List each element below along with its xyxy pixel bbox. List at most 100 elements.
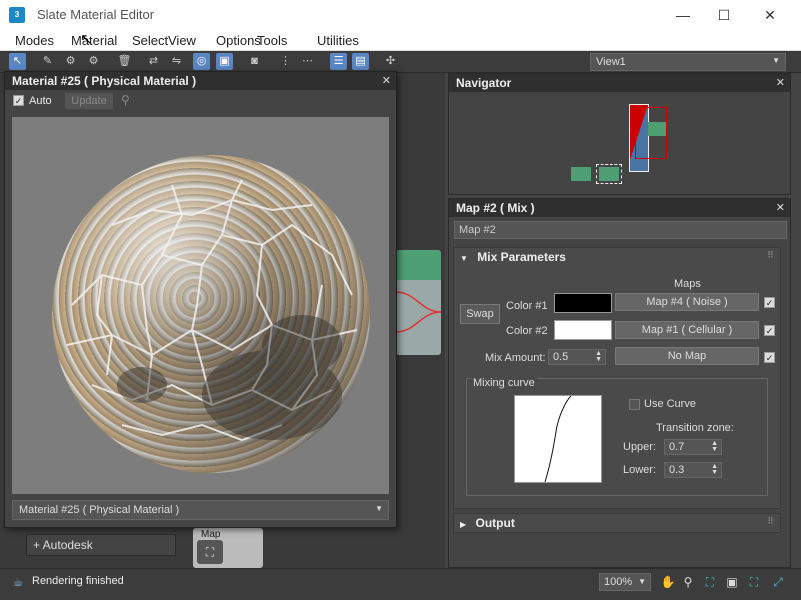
pin-icon[interactable]: ⚲ <box>121 93 130 107</box>
map-node[interactable]: Map ⛶ <box>193 528 263 568</box>
navigator-title: Navigator <box>456 76 512 90</box>
menu-utilities[interactable]: Utilities <box>317 33 359 48</box>
color1-map-button[interactable]: Map #4 ( Noise ) <box>615 293 759 311</box>
show-end-result-icon[interactable]: ◙ <box>246 53 263 70</box>
spinner-arrows-icon[interactable]: ▲ ▼ <box>595 350 602 363</box>
parameter-editor-icon[interactable]: ▤ <box>352 53 369 70</box>
app-icon: 3 <box>9 7 25 23</box>
mix-panel-title: Map #2 ( Mix ) <box>456 201 535 215</box>
material-id-icon[interactable]: ☰ <box>330 53 347 70</box>
menu-select[interactable]: Select <box>132 33 168 48</box>
preview-options: ✓ Auto Update ⚲ <box>5 90 396 112</box>
auto-checkbox[interactable]: ✓ <box>13 95 24 106</box>
select-by-material-icon[interactable]: ✣ <box>382 53 399 70</box>
mix-parameter-panel: Map #2 ( Mix ) ✕ Map #2 ▼ Mix Parameters… <box>448 198 791 568</box>
menu-tools[interactable]: Tools <box>257 33 287 48</box>
maximize-button[interactable]: ☐ <box>701 0 747 30</box>
menu-material[interactable]: Material <box>71 33 117 48</box>
menu-modes[interactable]: Modes <box>15 33 54 48</box>
navigator-header: Navigator ✕ <box>449 74 790 92</box>
binoculars-icon[interactable]: ⛶ <box>197 540 223 564</box>
upper-spinner[interactable]: 0.7 ▲ ▼ <box>664 439 722 455</box>
output-header[interactable]: ▶ Output ⠿ <box>454 514 780 532</box>
auto-label: Auto <box>29 95 52 107</box>
show-shaded-icon[interactable]: ▣ <box>216 53 233 70</box>
zoom-selected-icon[interactable]: ⛶ <box>746 574 762 590</box>
minimize-button[interactable]: — <box>660 0 706 30</box>
use-curve-checkbox[interactable] <box>629 399 640 410</box>
hide-unused-icon[interactable]: ⇋ <box>168 53 185 70</box>
status-bar: ☕ Rendering finished 100% ▼ ✋ ⚲ ⛶ ▣ ⛶ ⤢ <box>0 568 801 600</box>
view-selector-value: View1 <box>596 56 626 68</box>
menu-options[interactable]: Options <box>216 33 261 48</box>
material-selector[interactable]: Material #25 ( Physical Material ) ▼ <box>12 500 389 520</box>
move-children-icon[interactable]: ⇄ <box>145 53 162 70</box>
cellular-pattern <box>66 179 358 442</box>
render-status-icon: ☕ <box>12 575 24 589</box>
status-text: Rendering finished <box>32 575 124 587</box>
chevron-down-icon: ▼ <box>638 577 646 586</box>
maps-header: Maps <box>674 278 701 290</box>
use-curve-label: Use Curve <box>644 398 696 410</box>
mix-parameters-header[interactable]: ▼ Mix Parameters ⠿ <box>454 248 780 266</box>
layout-all-icon[interactable]: ⋮ <box>277 53 294 70</box>
close-icon[interactable]: ✕ <box>776 76 785 89</box>
zoom-extents-icon[interactable]: ▣ <box>724 574 740 590</box>
pan-icon[interactable]: ✋ <box>660 574 676 590</box>
close-icon[interactable]: ✕ <box>382 74 391 87</box>
mixing-curve-group: Mixing curve Use Curve Transition zone: … <box>466 377 768 496</box>
lower-spinner[interactable]: 0.3 ▲ ▼ <box>664 462 722 478</box>
curve-line <box>544 395 572 483</box>
transition-zone-label: Transition zone: <box>656 422 734 434</box>
spinner-arrows-icon[interactable]: ▲ ▼ <box>711 440 718 453</box>
mix-node[interactable] <box>396 250 441 355</box>
mix-parameters-rollout: ▼ Mix Parameters ⠿ Maps Swap Color #1 Ma… <box>453 247 781 509</box>
mixing-curve-graph <box>514 395 602 483</box>
color1-label: Color #1 <box>506 300 548 312</box>
lower-value: 0.3 <box>669 464 685 476</box>
update-button[interactable]: Update <box>65 93 113 109</box>
mixing-curve-label: Mixing curve <box>471 377 537 389</box>
map-name-field[interactable]: Map #2 <box>454 221 787 239</box>
color2-map-button[interactable]: Map #1 ( Cellular ) <box>615 321 759 339</box>
assign-material-icon[interactable]: ⚙ <box>62 53 79 70</box>
close-button[interactable]: ✕ <box>747 0 793 30</box>
maximize-view-icon[interactable]: ⤢ <box>770 574 786 590</box>
color2-label: Color #2 <box>506 325 548 337</box>
mix-map-checkbox[interactable]: ✓ <box>764 352 775 363</box>
output-rollout[interactable]: ▶ Output ⠿ <box>453 513 781 533</box>
select-tool-icon[interactable]: ↖ <box>9 53 26 70</box>
lower-label: Lower: <box>623 464 657 476</box>
color1-map-checkbox[interactable]: ✓ <box>764 297 775 308</box>
zoom-selector[interactable]: 100% ▼ <box>599 573 651 591</box>
color1-swatch[interactable] <box>554 293 612 313</box>
material-selector-value: Material #25 ( Physical Material ) <box>19 504 180 516</box>
upper-value: 0.7 <box>669 441 685 453</box>
output-title: Output <box>475 516 515 530</box>
window-title: Slate Material Editor <box>37 7 155 22</box>
view-selector[interactable]: View1 ▼ <box>590 53 786 71</box>
show-background-icon[interactable]: ⚙ <box>85 53 102 70</box>
autodesk-category[interactable]: + Autodesk <box>26 534 176 556</box>
color2-map-checkbox[interactable]: ✓ <box>764 325 775 336</box>
delete-icon[interactable]: 🗑 <box>116 53 133 70</box>
zoom-value: 100% <box>604 576 633 588</box>
layout-children-icon[interactable]: ⋯ <box>299 53 316 70</box>
nav-node-green <box>648 122 666 136</box>
zoom-icon[interactable]: ⚲ <box>680 574 696 590</box>
color2-swatch[interactable] <box>554 320 612 340</box>
zoom-region-icon[interactable]: ⛶ <box>702 574 718 590</box>
mix-amount-label: Mix Amount: <box>485 352 546 364</box>
menu-view[interactable]: View <box>168 33 196 48</box>
toolbar: ↖ ✎ ⚙ ⚙ 🗑 ⇄ ⇋ ◎ ▣ ◙ ⋮ ⋯ ☰ ▤ ✣ View1 ▼ <box>0 51 801 73</box>
mix-map-button[interactable]: No Map <box>615 347 759 365</box>
chevron-down-icon: ▼ <box>772 56 780 65</box>
title-bar: 3 Slate Material Editor — ☐ ✕ <box>0 0 801 30</box>
mix-parameters-title: Mix Parameters <box>477 250 566 264</box>
pick-material-icon[interactable]: ✎ <box>39 53 56 70</box>
swap-button[interactable]: Swap <box>460 304 500 324</box>
close-icon[interactable]: ✕ <box>776 201 785 214</box>
spinner-arrows-icon[interactable]: ▲ ▼ <box>711 463 718 476</box>
show-map-viewport-icon[interactable]: ◎ <box>193 53 210 70</box>
mix-amount-spinner[interactable]: 0.5 ▲ ▼ <box>548 349 606 365</box>
